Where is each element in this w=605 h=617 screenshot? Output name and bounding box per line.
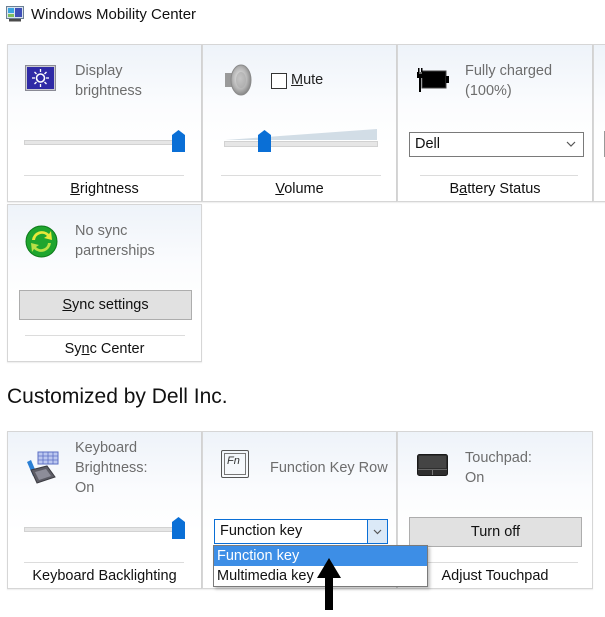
brightness-status: Display brightness [75, 63, 142, 99]
brightness-slider-track[interactable] [24, 140, 184, 145]
power-plan-select[interactable]: Dell [409, 132, 584, 157]
sync-icon [25, 225, 58, 258]
divider [24, 175, 184, 176]
up-arrow-annotation [317, 558, 341, 610]
display-brightness-icon [25, 65, 56, 91]
volume-slider-track[interactable] [224, 141, 378, 147]
title-bar: Windows Mobility Center [0, 0, 605, 32]
brightness-caption: Brightness [70, 181, 139, 197]
divider [25, 335, 185, 336]
volume-caption: Volume [275, 181, 324, 197]
keyboard-backlight-icon [27, 451, 59, 484]
divider [221, 175, 381, 176]
touchpad-status: Touchpad: On [465, 450, 532, 486]
partial-tile [593, 44, 605, 202]
chevron-down-icon [566, 141, 576, 147]
battery-status: Fully charged (100%) [465, 63, 553, 99]
window-title: Windows Mobility Center [31, 6, 197, 23]
section-title: Customized by Dell Inc. [7, 385, 228, 408]
mute-label[interactable]: Mute [291, 72, 323, 88]
turn-off-touchpad-button[interactable]: Turn off [409, 517, 582, 547]
divider [24, 562, 184, 563]
volume-ramp [225, 129, 377, 140]
speaker-icon [225, 64, 252, 96]
keyboard-backlighting-tile: Keyboard Brightness: On Keyboard Backlig… [7, 431, 202, 589]
chevron-down-icon [373, 529, 382, 535]
dropdown-button[interactable] [367, 520, 387, 543]
sync-caption: Sync Center [64, 341, 145, 357]
keyboard-backlight-caption: Keyboard Backlighting [32, 568, 177, 584]
keyboard-backlight-slider-thumb[interactable] [172, 517, 185, 539]
function-key-row-status: Function Key Row [270, 460, 388, 476]
fn-key-icon: Fn [221, 450, 249, 478]
keyboard-backlight-slider-track[interactable] [24, 527, 184, 532]
touchpad-icon [417, 454, 448, 476]
battery-tile: Fully charged (100%) Dell Battery Status [397, 44, 593, 202]
sync-center-tile: No sync partnerships Sync settings Sync … [7, 204, 202, 362]
divider [420, 175, 578, 176]
mobility-center-icon [6, 6, 24, 22]
brightness-tile: Display brightness Brightness [7, 44, 202, 202]
keyboard-backlight-status: Keyboard Brightness: On [75, 440, 148, 496]
sync-settings-button[interactable]: Sync settings [19, 290, 192, 320]
volume-tile: Mute Volume [202, 44, 397, 202]
divider [418, 562, 578, 563]
function-key-select[interactable]: Function key [214, 519, 388, 544]
brightness-slider-thumb[interactable] [172, 130, 185, 152]
battery-charging-icon [417, 68, 449, 92]
mute-checkbox[interactable] [271, 73, 287, 89]
sync-status: No sync partnerships [75, 223, 155, 259]
volume-slider-thumb[interactable] [258, 130, 271, 152]
battery-caption: Battery Status [449, 181, 541, 197]
